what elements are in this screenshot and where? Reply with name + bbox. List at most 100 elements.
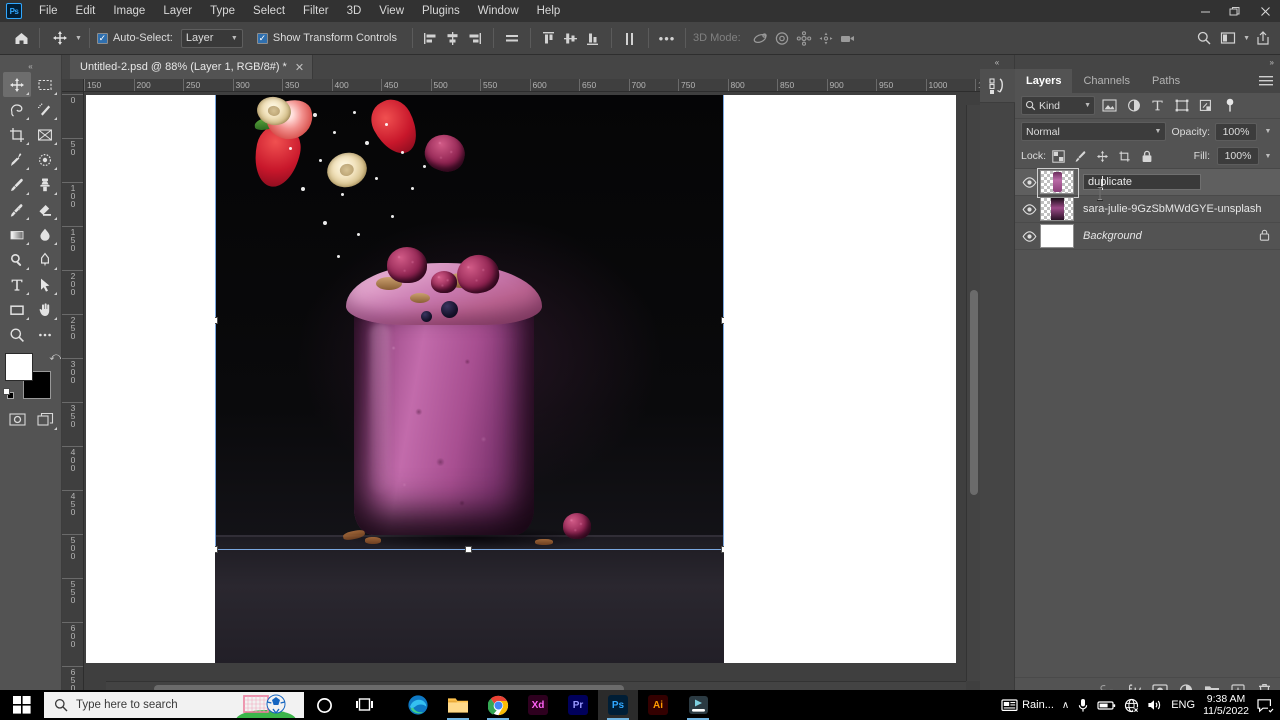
transform-handle-bottom-right[interactable] [721, 546, 724, 553]
volume-icon[interactable] [1147, 698, 1163, 712]
quick-mask-icon[interactable] [3, 407, 31, 432]
3d-orbit-icon[interactable] [749, 27, 771, 49]
layer-name-label[interactable]: sara-julie-9GzSbMWdGYE-unsplash [1083, 203, 1280, 215]
chevron-down-icon[interactable]: ▼ [75, 35, 82, 42]
crop-tool[interactable] [3, 122, 31, 147]
table-row[interactable]: Background [1015, 223, 1280, 250]
align-horizontal-centers-icon[interactable] [442, 27, 464, 49]
hand-tool[interactable] [31, 297, 59, 322]
horizontal-ruler[interactable]: 150 200 250 300 350 400 450 500 550 600 650 700 750 8… [84, 79, 980, 92]
layer-thumbnail[interactable] [1039, 196, 1075, 222]
clock[interactable]: 9:38 AM 11/5/2022 [1203, 693, 1249, 717]
search-icon[interactable] [1193, 27, 1215, 49]
3d-slide-icon[interactable] [815, 27, 837, 49]
layer-visibility-toggle[interactable] [1019, 223, 1039, 250]
align-bottom-edges-icon[interactable] [582, 27, 604, 49]
align-left-edges-icon[interactable] [420, 27, 442, 49]
layer-name-label[interactable]: Background [1083, 230, 1259, 242]
battery-icon[interactable] [1097, 700, 1116, 711]
canvas-scroll-area[interactable] [84, 92, 980, 695]
blend-mode-dropdown[interactable]: Normal ▼ [1021, 122, 1167, 141]
zoom-tool[interactable] [3, 322, 31, 347]
more-options-button[interactable]: ••• [656, 27, 678, 49]
spot-healing-brush-tool[interactable] [31, 147, 59, 172]
transform-handle-right-middle[interactable] [721, 317, 724, 324]
menu-edit[interactable]: Edit [67, 0, 105, 22]
align-top-edges-icon[interactable] [538, 27, 560, 49]
vertical-ruler[interactable]: 050100150200250300350400450500550600650 [62, 92, 84, 695]
tray-expand-chevron-icon[interactable]: ∧ [1062, 700, 1069, 711]
tab-layers[interactable]: Layers [1015, 69, 1073, 93]
rectangle-tool[interactable] [3, 297, 31, 322]
canvas-vertical-scrollbar[interactable] [966, 105, 980, 681]
network-icon[interactable] [1124, 698, 1140, 713]
taskbar-app-file-explorer[interactable] [438, 690, 478, 720]
transform-bounding-box[interactable] [215, 95, 724, 550]
taskbar-app-microsoft-edge[interactable] [398, 690, 438, 720]
edit-toolbar-button[interactable] [31, 322, 59, 347]
layer-thumbnail[interactable] [1037, 168, 1079, 198]
distribute-vertically-icon[interactable] [619, 27, 641, 49]
minimize-button[interactable] [1190, 0, 1220, 22]
table-row[interactable]: duplicate [1015, 168, 1280, 198]
lock-artboard-icon[interactable] [1115, 147, 1134, 166]
transform-handle-left-middle[interactable] [215, 317, 218, 324]
pen-tool[interactable] [31, 247, 59, 272]
taskbar-app-adobe-premiere-pro[interactable]: Pr [558, 690, 598, 720]
menu-select[interactable]: Select [244, 0, 294, 22]
menu-help[interactable]: Help [528, 0, 570, 22]
lasso-tool[interactable] [3, 97, 31, 122]
taskbar-app-adobe-illustrator[interactable]: Ai [638, 690, 678, 720]
dodge-tool[interactable] [3, 247, 31, 272]
eyedropper-tool[interactable] [3, 147, 31, 172]
mini-dock-collapse-button[interactable]: « [980, 55, 1014, 69]
eraser-tool[interactable] [31, 197, 59, 222]
opacity-stepper-icon[interactable]: ▼ [1262, 123, 1274, 141]
taskbar-app-google-chrome[interactable] [478, 690, 518, 720]
tab-channels[interactable]: Channels [1072, 69, 1140, 93]
lock-all-icon[interactable] [1137, 147, 1156, 166]
foreground-color-swatch[interactable] [5, 353, 33, 381]
lock-position-icon[interactable] [1093, 147, 1112, 166]
windows-start-icon[interactable] [0, 690, 44, 720]
menu-view[interactable]: View [370, 0, 413, 22]
weather-widget[interactable]: Rain... [1001, 698, 1054, 712]
brush-tool[interactable] [3, 172, 31, 197]
menu-3d[interactable]: 3D [338, 0, 371, 22]
search-input[interactable]: Type here to search [44, 692, 304, 718]
cortana-icon[interactable] [304, 690, 344, 720]
share-icon[interactable] [1252, 27, 1274, 49]
blur-tool[interactable] [31, 222, 59, 247]
auto-select-checkbox[interactable]: ✓ [96, 32, 108, 44]
taskbar-app-adobe-xd[interactable]: Xd [518, 690, 558, 720]
chevron-down-icon[interactable]: ▼ [1243, 35, 1250, 42]
panel-menu-icon[interactable] [1259, 75, 1273, 90]
menu-filter[interactable]: Filter [294, 0, 338, 22]
3d-roll-icon[interactable] [771, 27, 793, 49]
clone-stamp-tool[interactable] [31, 172, 59, 197]
language-indicator[interactable]: ENG [1171, 699, 1195, 711]
home-icon[interactable] [10, 27, 32, 49]
sports-widget-icon[interactable] [236, 692, 300, 718]
layer-visibility-toggle[interactable] [1019, 196, 1039, 223]
lock-image-pixels-icon[interactable] [1071, 147, 1090, 166]
fill-stepper-icon[interactable]: ▼ [1262, 147, 1274, 165]
menu-layer[interactable]: Layer [154, 0, 201, 22]
distribute-horizontally-icon[interactable] [501, 27, 523, 49]
filter-shape-icon[interactable] [1172, 96, 1191, 115]
opacity-value[interactable]: 100% [1215, 122, 1257, 141]
lock-transparent-pixels-icon[interactable] [1049, 147, 1068, 166]
maximize-restore-button[interactable] [1220, 0, 1250, 22]
scrollbar-thumb[interactable] [970, 290, 978, 495]
show-transform-controls-checkbox[interactable]: ✓ [256, 32, 268, 44]
layer-visibility-toggle[interactable] [1019, 169, 1039, 196]
menu-file[interactable]: File [30, 0, 67, 22]
history-panel-icon[interactable] [980, 69, 1015, 103]
filter-type-icon[interactable] [1148, 96, 1167, 115]
toolbar-collapse-button[interactable]: « [0, 60, 61, 72]
object-selection-tool[interactable] [31, 97, 59, 122]
tab-paths[interactable]: Paths [1141, 69, 1191, 93]
swap-colors-icon[interactable]: ⤺ [49, 351, 61, 364]
filter-adjustment-icon[interactable] [1124, 96, 1143, 115]
filter-pixel-icon[interactable] [1100, 96, 1119, 115]
